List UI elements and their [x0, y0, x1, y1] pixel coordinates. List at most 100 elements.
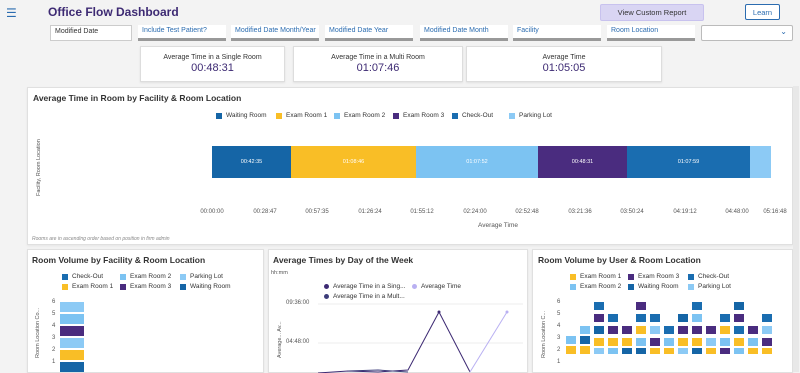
- y-tick: 09:36:00: [286, 300, 310, 306]
- filter-modified-date-year[interactable]: Modified Date Year: [325, 25, 413, 41]
- legend-swatch: [393, 112, 399, 119]
- legend-swatch: [62, 273, 68, 280]
- y-tick: 6: [557, 299, 561, 305]
- legend-waiting-room[interactable]: Waiting Room: [216, 112, 267, 119]
- y-tick: 1: [557, 359, 561, 365]
- filter-select[interactable]: ⌄: [701, 25, 793, 41]
- legend-label: Waiting Room: [226, 112, 267, 119]
- bar-segment-exam-room-1[interactable]: 01:08:46: [291, 146, 416, 178]
- legend-swatch: [324, 294, 329, 299]
- filter-facility[interactable]: Facility: [513, 25, 601, 41]
- y-tick: 2: [52, 347, 56, 353]
- x-tick: 01:26:24: [358, 209, 382, 215]
- y-tick: 04:48:00: [286, 339, 310, 345]
- legend-exam-room-1[interactable]: Exam Room 1: [570, 273, 621, 280]
- bar-segment-exam-room-2[interactable]: 01:07:52: [416, 146, 538, 178]
- kpi-single-room: Average Time in a Single Room 00:48:31: [140, 46, 285, 82]
- legend-exam-room-1[interactable]: Exam Room 1: [276, 112, 327, 119]
- legend-avg-multi[interactable]: Average Time in a Mult...: [324, 293, 405, 300]
- main-y-axis-label: Facility, Room Location: [36, 139, 42, 196]
- legend-parking-lot[interactable]: Parking Lot: [180, 273, 223, 280]
- y-axis-label: Average... Av...: [277, 321, 283, 358]
- stacked-bar[interactable]: [650, 314, 660, 354]
- legend-parking-lot[interactable]: Parking Lot: [509, 112, 552, 119]
- legend-swatch: [412, 284, 417, 289]
- stacked-bar[interactable]: [748, 326, 758, 354]
- legend-parking-lot[interactable]: Parking Lot: [688, 283, 731, 290]
- x-tick: 02:52:48: [515, 209, 539, 215]
- x-tick: 00:57:35: [305, 209, 329, 215]
- bar-segment-parking-lot[interactable]: [750, 146, 771, 178]
- legend-waiting-room[interactable]: Waiting Room: [180, 283, 231, 290]
- bar-segment-exam-room-1: [60, 350, 84, 360]
- stacked-bar[interactable]: [636, 302, 646, 354]
- bar-segment-check-out[interactable]: 01:07:59: [627, 146, 750, 178]
- legend-exam-room-1[interactable]: Exam Room 1: [62, 283, 113, 290]
- legend-swatch: [688, 283, 694, 290]
- filter-room-location[interactable]: Room Location: [607, 25, 695, 41]
- scrollbar[interactable]: [793, 86, 799, 372]
- legend-exam-room-3[interactable]: Exam Room 3: [393, 112, 444, 119]
- data-point[interactable]: [505, 310, 509, 314]
- y-tick: 3: [557, 335, 561, 341]
- bar-segment-waiting-room[interactable]: 00:42:35: [212, 146, 291, 178]
- line-chart: [318, 303, 523, 373]
- kpi-label: Average Time in a Single Room: [163, 54, 262, 61]
- x-tick: 04:19:12: [673, 209, 697, 215]
- legend-check-out[interactable]: Check-Out: [452, 112, 493, 119]
- legend-check-out[interactable]: Check-Out: [62, 273, 103, 280]
- legend-check-out[interactable]: Check-Out: [688, 273, 729, 280]
- legend-avg-time[interactable]: Average Time: [412, 283, 461, 290]
- legend-swatch: [276, 112, 282, 119]
- stacked-bar[interactable]: [678, 314, 688, 354]
- legend-exam-room-2[interactable]: Exam Room 2: [120, 273, 171, 280]
- filter-modified-date-month-year[interactable]: Modified Date Month/Year: [231, 25, 319, 41]
- kpi-label: Average Time: [542, 54, 586, 61]
- bar-segment-exam-room-3[interactable]: 00:48:31: [538, 146, 627, 178]
- legend-label: Average Time in a Mult...: [333, 293, 405, 300]
- stacked-bar[interactable]: [622, 326, 632, 354]
- stacked-bar[interactable]: [580, 326, 590, 354]
- stacked-bar[interactable]: [60, 302, 84, 373]
- legend-swatch: [452, 112, 458, 119]
- filter-modified-date[interactable]: Modified Date: [50, 25, 132, 41]
- legend-avg-single[interactable]: Average Time in a Sing...: [324, 283, 406, 290]
- stacked-bar[interactable]: [692, 302, 702, 354]
- stacked-bar[interactable]: [706, 326, 716, 354]
- legend-swatch: [334, 112, 340, 119]
- learn-button[interactable]: Learn: [745, 4, 780, 20]
- x-tick: 00:00:00: [200, 209, 224, 215]
- kpi-multi-room: Average Time in a Multi Room 01:07:46: [293, 46, 463, 82]
- y-tick: 3: [52, 335, 56, 341]
- y-tick: 1: [52, 359, 56, 365]
- kpi-value: 00:48:31: [191, 62, 234, 74]
- legend-label: Average Time: [421, 283, 461, 290]
- legend-label: Waiting Room: [190, 283, 231, 290]
- stacked-bar[interactable]: [608, 314, 618, 354]
- data-point[interactable]: [437, 310, 441, 314]
- y-tick: 4: [52, 323, 56, 329]
- bar-segment-exam-room-3: [60, 326, 84, 336]
- hamburger-menu-icon[interactable]: ☰: [6, 6, 17, 20]
- stacked-bar[interactable]: [720, 314, 730, 354]
- view-custom-report-button[interactable]: View Custom Report: [600, 4, 704, 21]
- chart-title: Average Time in Room by Facility & Room …: [33, 93, 242, 103]
- x-tick: 03:50:24: [620, 209, 644, 215]
- bar-segment-exam-room-2: [60, 314, 84, 324]
- filter-modified-date-month[interactable]: Modified Date Month: [420, 25, 508, 41]
- stacked-bar[interactable]: [594, 302, 604, 354]
- legend-label: Exam Room 1: [580, 273, 622, 280]
- legend-exam-room-2[interactable]: Exam Room 2: [334, 112, 385, 119]
- legend-label: Exam Room 1: [286, 112, 328, 119]
- filter-include-test-patient[interactable]: Include Test Patient?: [138, 25, 226, 41]
- legend-exam-room-3[interactable]: Exam Room 3: [628, 273, 679, 280]
- stacked-bar[interactable]: [664, 326, 674, 354]
- legend-label: Parking Lot: [519, 112, 552, 119]
- stacked-bar[interactable]: [762, 314, 772, 354]
- legend-exam-room-3[interactable]: Exam Room 3: [120, 283, 171, 290]
- stacked-bar[interactable]: [566, 336, 576, 354]
- legend-waiting-room[interactable]: Waiting Room: [628, 283, 679, 290]
- legend-exam-room-2[interactable]: Exam Room 2: [570, 283, 621, 290]
- legend-swatch: [180, 273, 186, 280]
- stacked-bar[interactable]: [734, 302, 744, 354]
